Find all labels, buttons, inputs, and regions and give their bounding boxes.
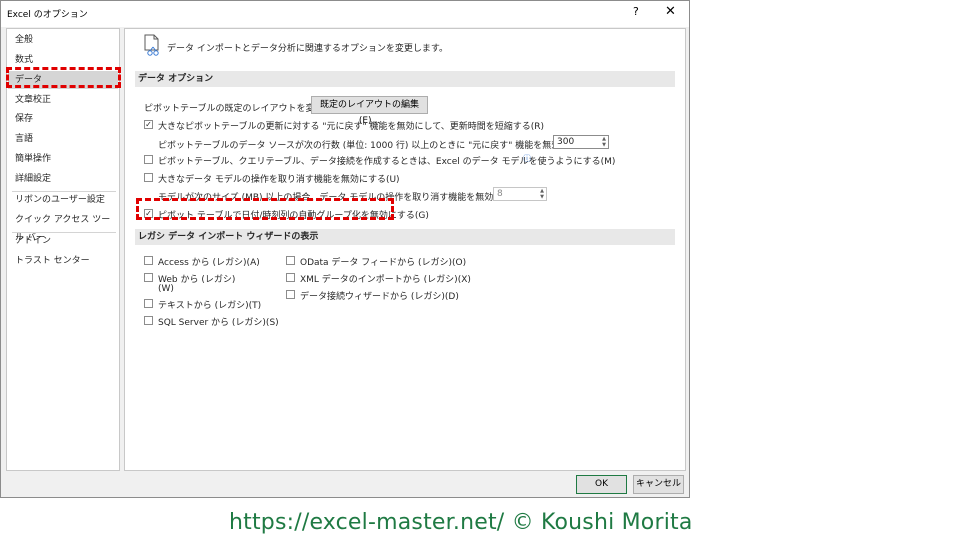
legacy-web-label-accesskey: (W) — [158, 284, 174, 294]
sidebar-item-general[interactable]: 全般 — [8, 31, 118, 49]
sidebar-item-data[interactable]: データ — [8, 71, 118, 89]
site-credit: https://excel-master.net/ © Koushi Morit… — [229, 510, 693, 535]
legacy-access-label: Access から (レガシ)(A) — [158, 258, 260, 268]
legacy-access-checkbox[interactable] — [144, 256, 153, 265]
legacy-text-checkbox[interactable] — [144, 299, 153, 308]
sidebar-item-formulas[interactable]: 数式 — [8, 51, 118, 69]
legacy-xml-checkbox[interactable] — [286, 273, 295, 282]
main-panel: データ インポートとデータ分析に関連するオプションを変更します。 データ オプシ… — [124, 28, 686, 471]
legacy-text-label: テキストから (レガシ)(T) — [158, 301, 262, 311]
sidebar-item-accessibility[interactable]: 簡単操作 — [8, 150, 118, 168]
disable-undo-model-label: 大きなデータ モデルの操作を取り消す機能を無効にする(U) — [158, 175, 400, 185]
edit-default-layout-button[interactable]: 既定のレイアウトの編集(E)... — [311, 96, 428, 126]
disable-autogroup-label: ピボット テーブルで日付/時刻列の自動グループ化を無効にする(G) — [158, 211, 429, 221]
legacy-sql-label: SQL Server から (レガシ)(S) — [158, 318, 279, 328]
sidebar-item-language[interactable]: 言語 — [8, 130, 118, 148]
model-size-spinner[interactable]: 8 ▲ ▼ — [493, 187, 547, 201]
spinner-arrows-icon[interactable]: ▲ ▼ — [602, 136, 606, 148]
disable-undo-refresh-label: 大きなピボットテーブルの更新に対する "元に戻す" 機能を無効にして、更新時間を… — [158, 122, 545, 132]
legacy-data-connection-label: データ接続ウィザードから (レガシ)(D) — [300, 292, 459, 302]
ok-button[interactable]: OK — [576, 475, 627, 494]
spinner-arrows-icon[interactable]: ▲ ▼ — [540, 188, 544, 200]
info-icon[interactable]: ⓘ — [523, 153, 531, 164]
window-title: Excel のオプション — [7, 10, 88, 20]
page-header-text: データ インポートとデータ分析に関連するオプションを変更します。 — [167, 44, 448, 54]
disable-undo-model-checkbox[interactable] — [144, 173, 153, 182]
model-size-label: モデルが次のサイズ (MB) 以上の場合、データ モデルの操作を取り消す機能を無… — [158, 193, 536, 203]
legacy-xml-label: XML データのインポートから (レガシ)(X) — [300, 275, 471, 285]
sidebar-item-trust-center[interactable]: トラスト センター — [8, 252, 118, 270]
disable-autogroup-checkbox[interactable]: ✓ — [144, 209, 153, 218]
legacy-web-checkbox[interactable] — [144, 273, 153, 282]
legacy-data-connection-checkbox[interactable] — [286, 290, 295, 299]
undo-rows-label: ピボットテーブルのデータ ソースが次の行数 (単位: 1000 行) 以上のとき… — [158, 141, 605, 151]
close-button[interactable]: ✕ — [665, 4, 676, 19]
data-options-icon — [144, 34, 159, 56]
cancel-button[interactable]: キャンセル — [633, 475, 684, 494]
legacy-odata-checkbox[interactable] — [286, 256, 295, 265]
disable-undo-refresh-checkbox[interactable]: ✓ — [144, 120, 153, 129]
section-header-legacy-wizards: レガシ データ インポート ウィザードの表示 — [135, 229, 675, 245]
undo-rows-value: 300 — [557, 137, 575, 147]
sidebar: 全般 数式 データ 文章校正 保存 言語 簡単操作 詳細設定 リボンのユーザー設… — [6, 28, 120, 471]
legacy-odata-label: OData データ フィードから (レガシ)(O) — [300, 258, 467, 268]
sidebar-item-advanced[interactable]: 詳細設定 — [8, 170, 118, 188]
undo-rows-spinner[interactable]: 300 ▲ ▼ — [553, 135, 609, 149]
sidebar-item-addins[interactable]: アドイン — [8, 232, 118, 250]
sidebar-item-save[interactable]: 保存 — [8, 110, 118, 128]
prefer-data-model-checkbox[interactable] — [144, 155, 153, 164]
help-button[interactable]: ? — [633, 5, 639, 18]
section-header-data-options: データ オプション — [135, 71, 675, 87]
sidebar-item-proofing[interactable]: 文章校正 — [8, 91, 118, 109]
title-bar: Excel のオプション ? ✕ — [1, 1, 689, 27]
model-size-value: 8 — [497, 189, 503, 199]
sidebar-item-customize-ribbon[interactable]: リボンのユーザー設定 — [8, 191, 118, 209]
prefer-data-model-label: ピボットテーブル、クエリテーブル、データ接続を作成するときは、Excel のデー… — [158, 157, 616, 167]
legacy-sql-checkbox[interactable] — [144, 316, 153, 325]
sidebar-item-quick-access-toolbar[interactable]: クイック アクセス ツール バー — [8, 211, 118, 243]
excel-options-dialog: Excel のオプション ? ✕ 全般 数式 データ 文章校正 保存 言語 簡単… — [0, 0, 690, 498]
